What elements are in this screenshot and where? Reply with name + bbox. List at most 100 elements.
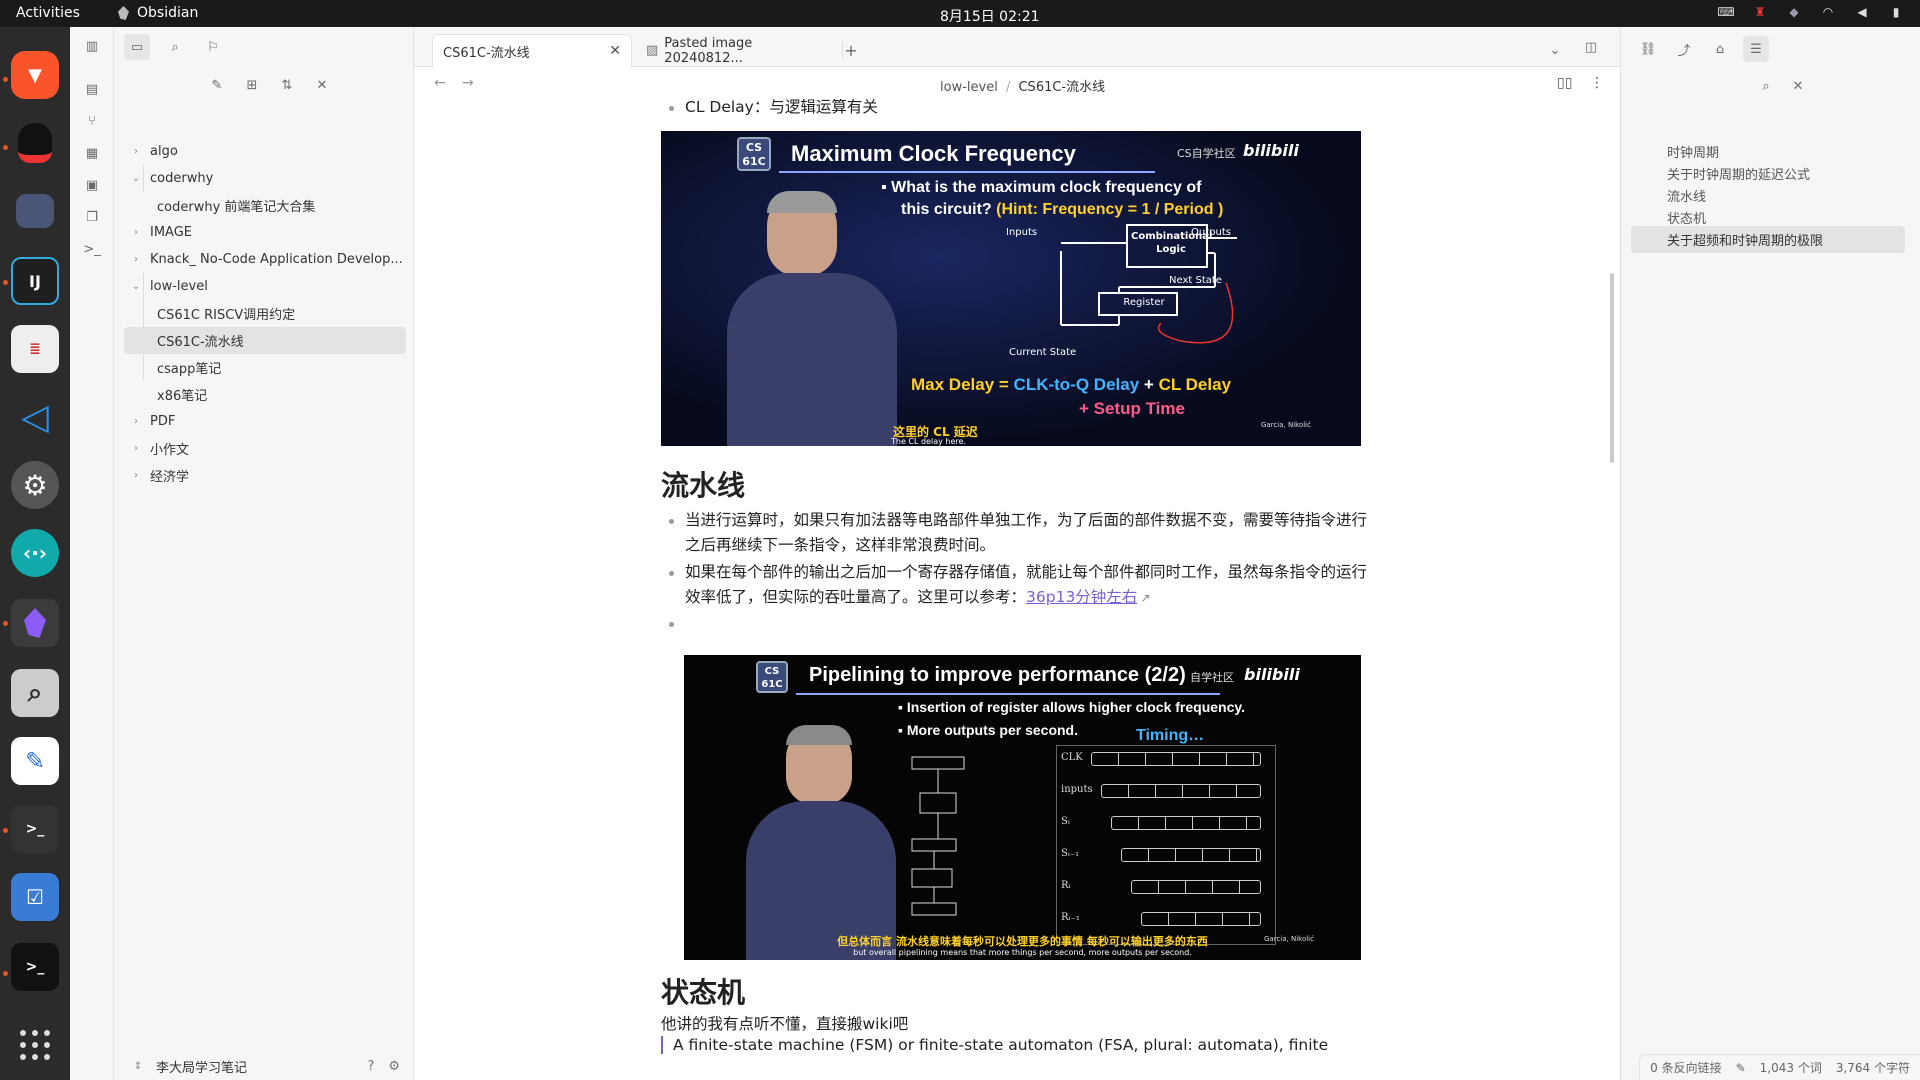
timing-row-label: Sᵢ₋₁ <box>1061 848 1080 859</box>
tab-pasted-image[interactable]: ▨ Pasted image 20240812... <box>636 34 836 67</box>
intellij-icon[interactable]: IJ <box>11 257 59 305</box>
file-item[interactable]: csapp笔记 <box>124 354 406 381</box>
folder-item[interactable]: ⌄ coderwhy <box>124 165 406 192</box>
activities-button[interactable]: Activities <box>16 5 80 21</box>
right-sidebar-toggle-icon[interactable]: ◫ <box>1578 34 1604 60</box>
files-tab-icon[interactable]: ▭ <box>124 34 150 60</box>
canvas-icon[interactable]: ▦ <box>82 143 102 163</box>
scrollbar-thumb[interactable] <box>1610 273 1614 463</box>
volume-icon[interactable]: ◀ <box>1854 4 1870 20</box>
tab-cs61c-pipeline[interactable]: CS61C-流水线 ✕ <box>432 34 632 67</box>
author-credit: Garcia, Nikolić <box>1261 421 1311 429</box>
folder-item[interactable]: › 小作文 <box>124 435 406 462</box>
brave-icon[interactable]: ▼ <box>11 51 59 99</box>
tab-label: Pasted image 20240812... <box>664 35 753 66</box>
tab-list-chevron-icon[interactable]: ⌄ <box>1542 37 1568 63</box>
external-link[interactable]: 36p13分钟左右 <box>1026 588 1137 606</box>
sidebar-toggle-icon[interactable]: ▥ <box>82 36 102 56</box>
folder-item[interactable]: › IMAGE <box>124 219 406 246</box>
todo-icon[interactable]: ☑ <box>11 873 59 921</box>
timing-row-label: Rᵢ₋₁ <box>1061 912 1080 923</box>
show-apps-icon[interactable] <box>20 1030 50 1060</box>
terminal-icon[interactable]: >_ <box>11 805 59 853</box>
wifi-icon[interactable]: ◠ <box>1820 4 1836 20</box>
daily-note-icon[interactable]: ▣ <box>82 175 102 195</box>
timing-row: Rᵢ <box>1061 878 1271 898</box>
search-tab-icon[interactable]: ⌕ <box>162 34 188 60</box>
file-item[interactable]: CS61C-流水线 <box>124 327 406 354</box>
bookmarks-tab-icon[interactable]: ⚐ <box>200 34 226 60</box>
outgoing-links-tab-icon[interactable]: ⤴ <box>1671 36 1697 62</box>
running-indicator <box>3 145 8 150</box>
new-note-icon[interactable]: ✎ <box>204 72 230 98</box>
title-underline <box>796 693 1220 695</box>
cat-tray-icon[interactable]: ◆ <box>1786 4 1802 20</box>
breadcrumb-parent[interactable]: low-level <box>940 80 998 95</box>
folder-item[interactable]: › algo <box>124 138 406 165</box>
file-item[interactable]: x86笔记 <box>124 381 406 408</box>
timing-label: Timing… <box>1136 727 1205 744</box>
cat-icon[interactable] <box>11 187 59 235</box>
reading-view-icon[interactable]: ▯▯ <box>1557 75 1572 91</box>
tree-item-label: 经济学 <box>150 470 190 485</box>
chevron-down-icon: ⌄ <box>131 281 141 292</box>
templates-icon[interactable]: ❐ <box>82 207 102 227</box>
folder-item[interactable]: ⌄ low-level <box>124 273 406 300</box>
embedded-image-pipelining[interactable]: CS 61C Pipelining to improve performance… <box>684 655 1361 960</box>
embedded-image-max-clock[interactable]: CS 61C Maximum Clock Frequency CS自学社区 bi… <box>661 131 1361 446</box>
keyboard-icon[interactable]: ⌨ <box>1717 4 1734 20</box>
obsidian-icon[interactable] <box>11 599 59 647</box>
more-options-icon[interactable]: ⋮ <box>1590 75 1604 91</box>
help-icon[interactable]: ? <box>367 1059 374 1074</box>
sort-icon[interactable]: ⇅ <box>274 72 300 98</box>
remote-icon[interactable]: ‹·› <box>11 529 59 577</box>
battery-icon[interactable]: ▮ <box>1888 4 1904 20</box>
outline-collapse-icon[interactable]: ✕ <box>1785 73 1811 99</box>
qq-icon[interactable] <box>11 119 59 167</box>
open-switcher-icon[interactable]: ▤ <box>82 79 102 99</box>
graph-view-icon[interactable]: ⑂ <box>82 111 102 131</box>
word-count: 1,043 个词 <box>1759 1061 1822 1075</box>
tray-app-icon[interactable]: ♜ <box>1752 4 1768 20</box>
slide-title: Maximum Clock Frequency <box>791 141 1076 166</box>
collapse-all-icon[interactable]: ✕ <box>309 72 335 98</box>
vscode-icon[interactable]: ◁ <box>11 393 59 441</box>
timing-row: Rᵢ₋₁ <box>1061 910 1271 930</box>
back-arrow-icon[interactable]: ← <box>434 75 446 91</box>
folder-item[interactable]: › PDF <box>124 408 406 435</box>
heading-fsm: 状态机 <box>661 976 746 1009</box>
new-folder-icon[interactable]: ⊞ <box>239 72 265 98</box>
settings-icon[interactable]: ⚙ <box>11 461 59 509</box>
outline-item-label: 关于时钟周期的延迟公式 <box>1667 168 1811 183</box>
terminal2-icon[interactable]: >_ <box>11 943 59 991</box>
watermark: 自学社区 <box>1190 671 1234 684</box>
forward-arrow-icon[interactable]: → <box>462 75 474 91</box>
folder-item[interactable]: › Knack_ No-Code Application Develop... <box>124 246 406 273</box>
hint-text: (Hint: Frequency = 1 / Period ) <box>996 201 1224 218</box>
breadcrumb-current[interactable]: CS61C-流水线 <box>1018 80 1105 95</box>
outline-search-icon[interactable]: ⌕ <box>1753 73 1779 99</box>
folder-item[interactable]: › 经济学 <box>124 462 406 489</box>
file-item[interactable]: CS61C RISCV调用约定 <box>124 300 406 327</box>
search-icon[interactable]: ⌕ <box>11 669 59 717</box>
backlinks-count[interactable]: 0 条反向链接 <box>1650 1059 1721 1076</box>
editor-icon[interactable]: ✎ <box>11 737 59 785</box>
command-palette-icon[interactable]: >_ <box>82 239 102 259</box>
tags-tab-icon[interactable]: ⌂ <box>1707 36 1733 62</box>
backlinks-tab-icon[interactable]: ⛓ <box>1635 36 1661 62</box>
main-editor-area: CS61C-流水线 ✕ ▨ Pasted image 20240812... +… <box>414 27 1620 1080</box>
vault-switcher[interactable]: ⇕ 李大局学习笔记 ? ⚙ <box>114 1053 414 1080</box>
file-item[interactable]: coderwhy 前端笔记大合集 <box>124 192 406 219</box>
settings-gear-icon[interactable]: ⚙ <box>388 1059 400 1074</box>
tab-close-icon[interactable]: ✕ <box>609 43 621 59</box>
outline-item[interactable]: 关于超频和时钟周期的极限 <box>1631 226 1905 253</box>
reader-icon[interactable]: ≣ <box>11 325 59 373</box>
new-tab-icon[interactable]: + <box>838 37 864 63</box>
app-menu[interactable]: Obsidian <box>118 5 198 21</box>
timing-waveform <box>1131 880 1261 894</box>
edit-mode-icon[interactable]: ✎ <box>1736 1061 1746 1075</box>
timing-diagram: CLK inputs Sᵢ Sᵢ₋₁ Rᵢ Rᵢ₋₁ <box>1056 745 1276 945</box>
outline-item-label: 状态机 <box>1667 212 1707 227</box>
clock[interactable]: 8月15日 02:21 <box>940 6 1040 26</box>
outline-tab-icon[interactable]: ☰ <box>1743 36 1769 62</box>
